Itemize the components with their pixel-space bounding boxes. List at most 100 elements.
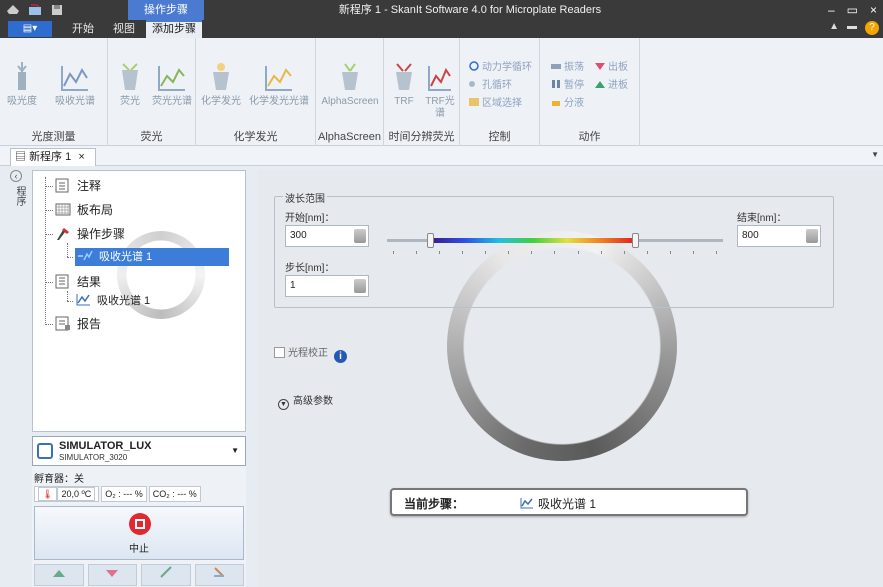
pipette-icon [160, 566, 172, 578]
tree-item-result-spectrum[interactable]: 吸收光谱 1 [75, 292, 150, 310]
file-menu-button[interactable]: ▤▾ [8, 21, 52, 37]
tree-item-notes[interactable]: 注释 [55, 177, 101, 195]
plate-out-button[interactable] [87, 564, 137, 586]
end-handle[interactable] [632, 233, 639, 248]
window-title: 新程序 1 - SkanIt Software 4.0 for Micropla… [338, 4, 602, 16]
absorbance-button[interactable]: 吸光度 [0, 58, 44, 108]
step-size-input[interactable]: 1 [285, 275, 369, 297]
side-strip: ‹ 程序 [0, 166, 30, 587]
dispense-button[interactable]: 分液 [550, 96, 584, 112]
open-icon[interactable] [28, 3, 42, 16]
trf-button[interactable]: TRF [386, 58, 422, 108]
close-button[interactable]: × [870, 0, 877, 20]
report-icon [55, 316, 71, 331]
group-label: 时间分辨荧光 [388, 131, 455, 143]
instrument-dropdown[interactable]: SIMULATOR_LUX SIMULATOR_3020 ▼ [32, 436, 246, 466]
wavelength-range-slider[interactable] [387, 233, 723, 261]
help-icon[interactable]: ? [865, 21, 879, 35]
tree-item-steps[interactable]: 操作步骤 [55, 225, 125, 243]
fluorescence-spectrum-button[interactable]: 荧光光谱 [148, 58, 196, 108]
end-wavelength-input[interactable]: 800 [737, 225, 821, 247]
tab-add-step[interactable]: 添加步骤 [146, 20, 202, 38]
fluorescence-button[interactable]: 荧光 [108, 58, 152, 108]
group-fluorescence: 荧光 荧光光谱 荧光 [108, 38, 196, 146]
stop-button[interactable]: 中止 [34, 506, 244, 560]
group-label: 化学发光 [233, 131, 278, 143]
advanced-params-toggle[interactable]: ▼ 高级参数 [278, 392, 333, 410]
spinner-icon[interactable] [354, 279, 366, 293]
save-icon[interactable] [50, 3, 64, 16]
ribbon-collapse-icon[interactable]: ▲ [829, 21, 839, 35]
expand-icon: ▼ [278, 399, 289, 410]
alphascreen-button[interactable]: AlphaScreen [320, 58, 380, 108]
spinner-icon[interactable] [806, 229, 818, 243]
app-menu-icon[interactable] [6, 3, 20, 16]
chevron-down-icon[interactable]: ▼ [871, 150, 879, 159]
absorbance-icon [17, 62, 27, 90]
incubator-status: 孵育器：关 [34, 474, 84, 485]
device-panel: SIMULATOR_LUX SIMULATOR_3020 ▼ 孵育器：关 🌡 20… [32, 436, 246, 587]
loop-icon [468, 61, 480, 71]
trf-spectrum-button[interactable]: TRF光谱 [422, 58, 458, 120]
title-bar: 操作步骤 新程序 1 - SkanIt Software 4.0 for Mic… [0, 0, 883, 20]
fluorescence-icon [122, 63, 138, 90]
current-step-indicator: 当前步骤： 吸收光谱 1 [390, 488, 748, 516]
area-select-button[interactable]: 区域选择 [468, 96, 522, 112]
ribbon-tab-bar: ▤▾ 开始 视图 添加步骤 ▲ ▬ ? [0, 20, 883, 38]
group-control: 动力学循环 孔循环 区域选择 控制 [460, 38, 540, 146]
dispense-button[interactable] [141, 564, 191, 586]
grid-icon [468, 97, 480, 107]
info-icon[interactable]: i [334, 350, 347, 363]
absorbance-spectrum-button[interactable]: 吸收光谱 [50, 58, 100, 108]
spectrum-bar [431, 238, 635, 243]
group-label: 控制 [488, 131, 511, 143]
note-icon [55, 178, 71, 193]
collapse-panel-icon[interactable]: ‹ [10, 170, 22, 182]
shake-button[interactable]: 振荡 [550, 60, 584, 76]
document-tab[interactable]: ▤ 新程序 1 × [10, 148, 96, 166]
plate-layout-icon [55, 202, 71, 217]
instrument-name: SIMULATOR_LUX [59, 440, 152, 452]
group-label: 光度测量 [31, 131, 76, 143]
step-size-label: 步长[nm]： [285, 263, 335, 274]
group-chemiluminescence: 化学发光 化学发光光谱 化学发光 [196, 38, 316, 146]
chemiluminescence-button[interactable]: 化学发光 [198, 58, 244, 108]
dispense-icon [550, 97, 562, 107]
prime-button[interactable] [194, 564, 244, 586]
tree-item-absorbance-spectrum-step[interactable]: 吸收光谱 1 [75, 248, 229, 266]
shake-icon [550, 61, 562, 71]
plate-out-icon [594, 61, 606, 71]
close-tab-icon[interactable]: × [78, 151, 84, 163]
layout-icon[interactable]: ▬ [847, 21, 857, 35]
start-wavelength-label: 开始[nm]： [285, 213, 335, 224]
tab-view[interactable]: 视图 [106, 20, 142, 38]
start-wavelength-input[interactable]: 300 [285, 225, 369, 247]
tree-item-report[interactable]: 报告 [55, 315, 101, 333]
alphascreen-icon [342, 63, 358, 90]
spinner-icon[interactable] [354, 229, 366, 243]
plate-in-button[interactable]: 进板 [594, 78, 628, 94]
chemiluminescence-spectrum-button[interactable]: 化学发光光谱 [246, 58, 312, 108]
group-action: 振荡 出板 暂停 进板 分液 动作 [540, 38, 640, 146]
stop-icon [129, 513, 151, 535]
plate-out-button[interactable]: 出板 [594, 60, 628, 76]
prime-icon [214, 567, 225, 577]
plate-in-button[interactable] [34, 564, 84, 586]
results-icon [55, 274, 71, 289]
well-loop-button[interactable]: 孔循环 [468, 78, 512, 94]
kinetic-loop-button[interactable]: 动力学循环 [468, 60, 532, 76]
tree-item-results[interactable]: 结果 [55, 273, 101, 291]
minimize-button[interactable]: – [828, 0, 835, 20]
plate-in-icon [52, 570, 65, 577]
pause-button[interactable]: 暂停 [550, 78, 584, 94]
program-side-tab[interactable]: 程序 [12, 186, 27, 206]
tab-start[interactable]: 开始 [64, 20, 102, 38]
plate-in-icon [594, 79, 606, 89]
co2-readout: CO₂ : --- % [148, 486, 201, 502]
spectrum-icon [77, 248, 93, 263]
pathlength-correction-checkbox[interactable] [274, 347, 285, 358]
chemiluminescence-icon [213, 63, 229, 90]
maximize-button[interactable]: ▭ [847, 0, 858, 20]
tree-item-plate-layout[interactable]: 板布局 [55, 201, 113, 219]
start-handle[interactable] [427, 233, 434, 248]
